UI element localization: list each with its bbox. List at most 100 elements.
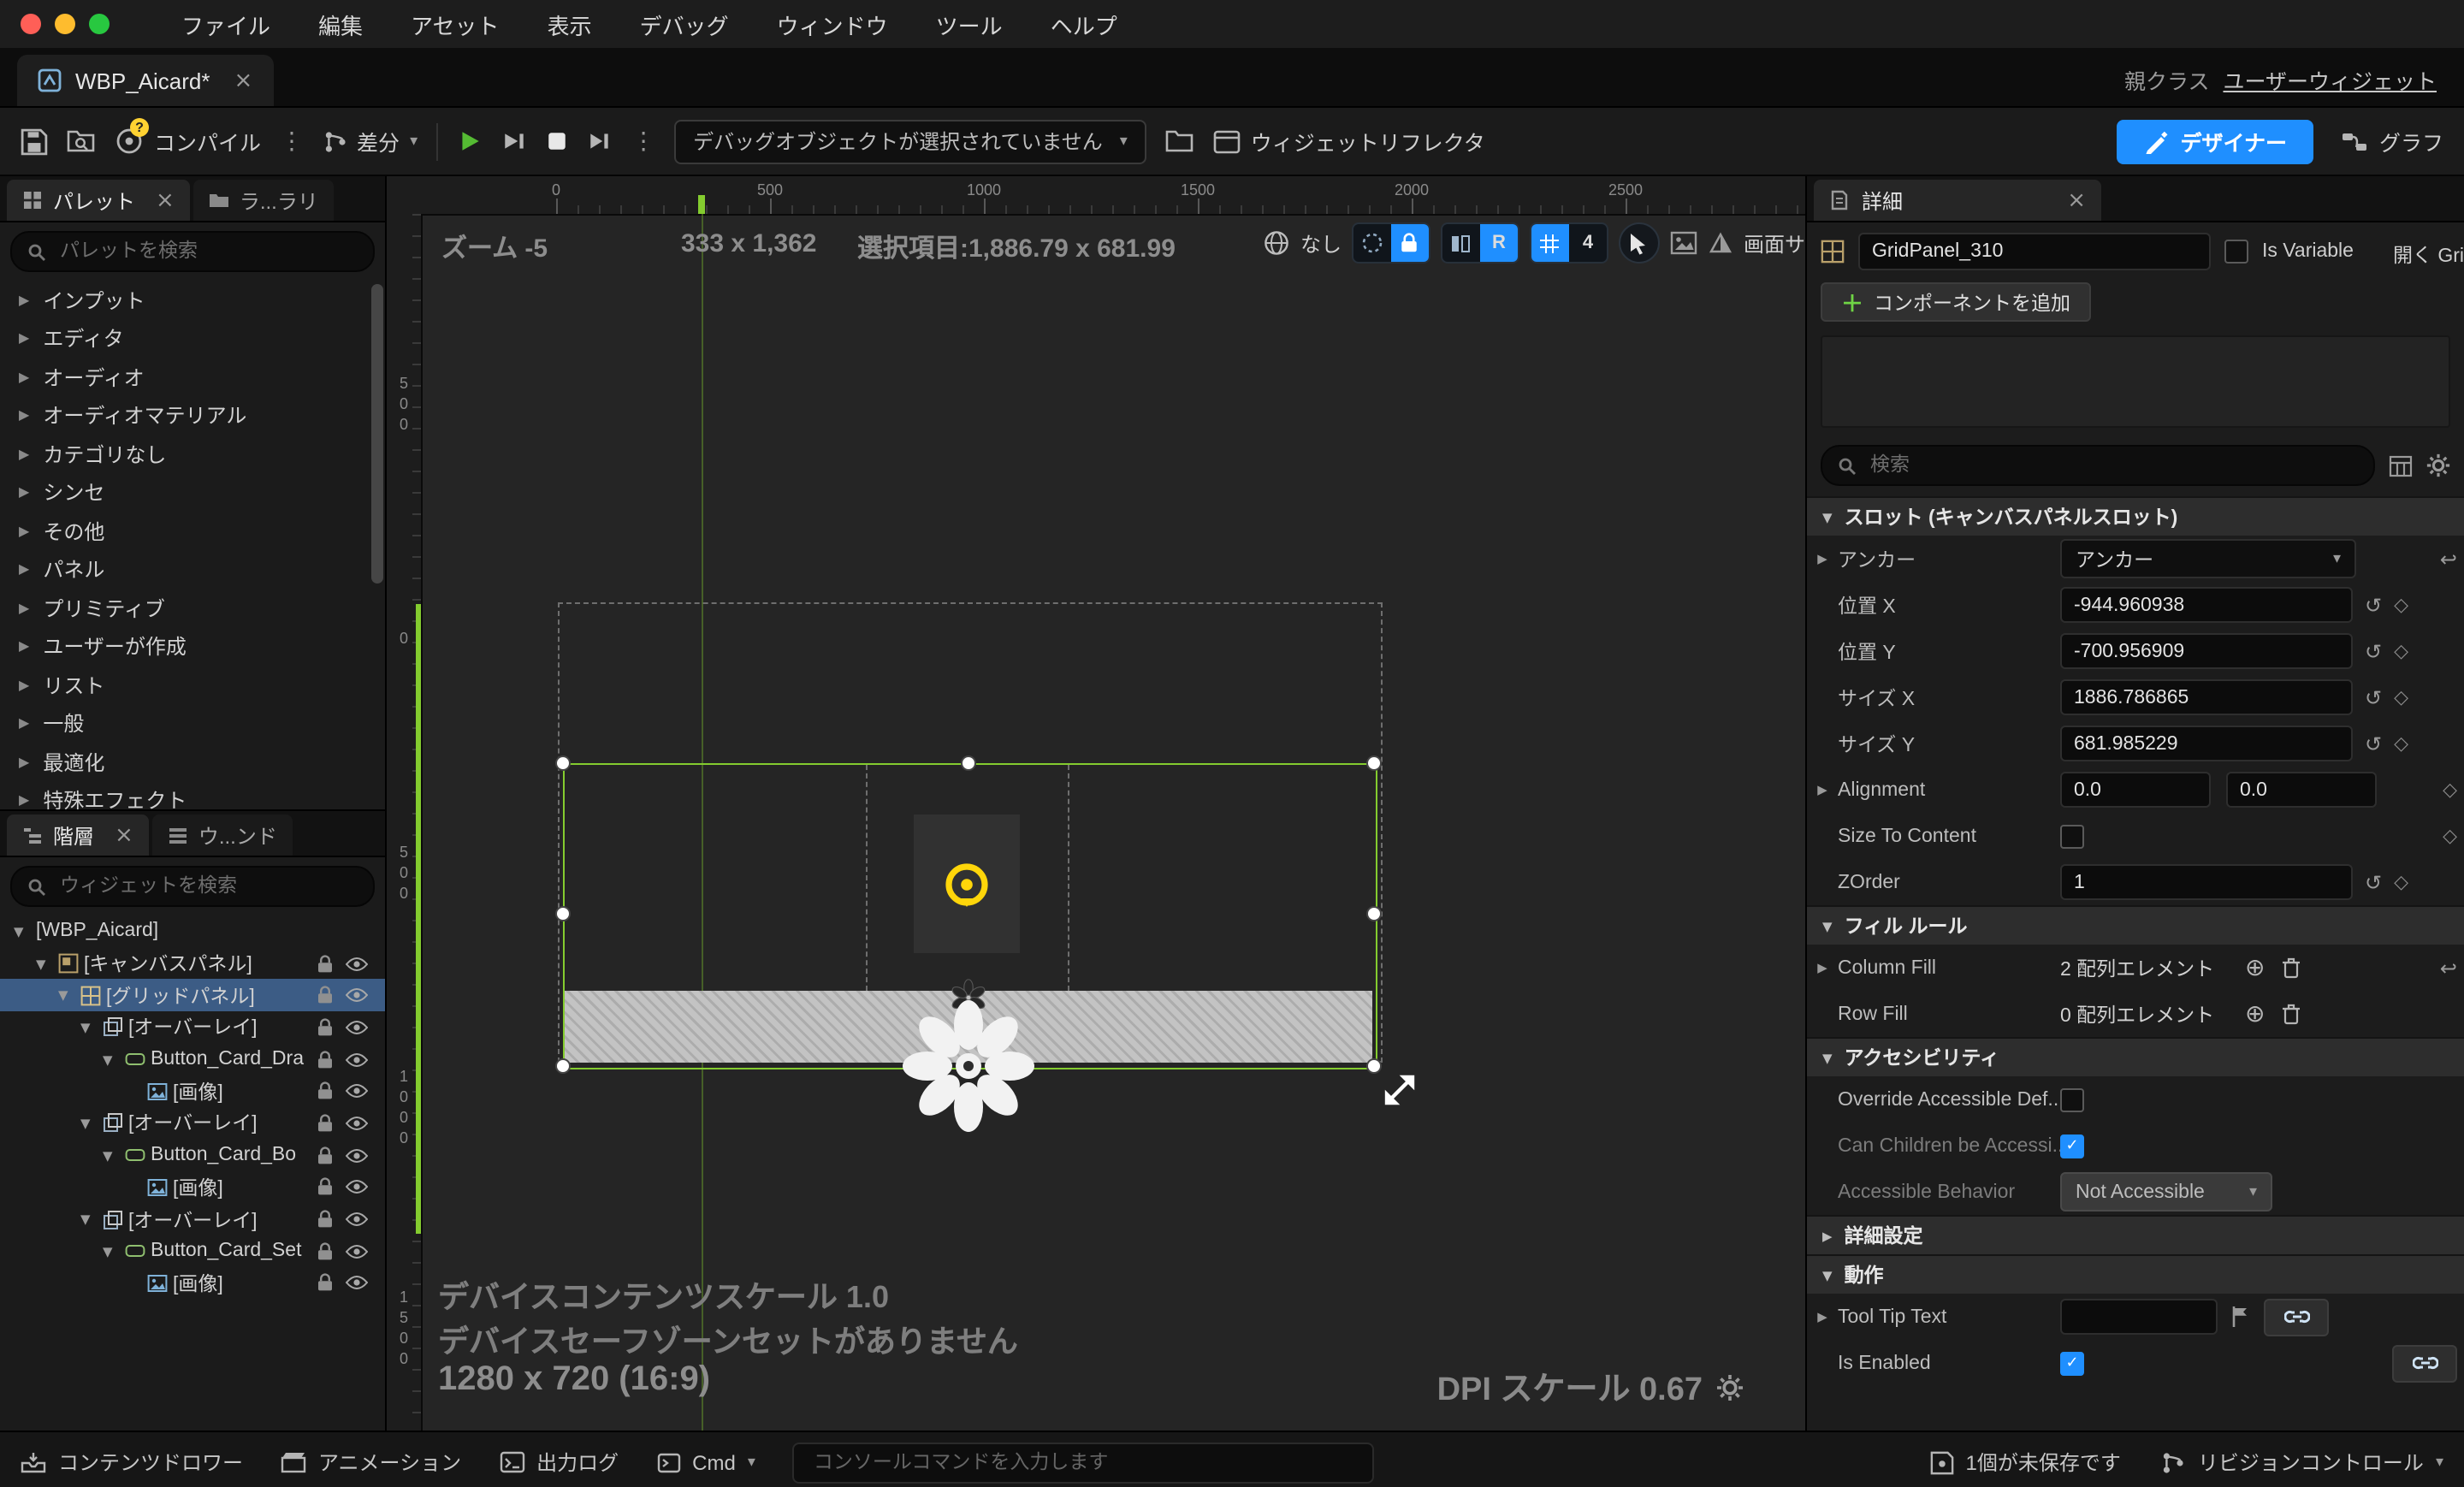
columns-icon[interactable] [1442,224,1480,262]
anchor-dropdown[interactable]: アンカー ▾ [2060,539,2356,578]
expander-icon[interactable]: ▼ [36,956,58,971]
play-button[interactable] [457,128,483,154]
hierarchy-item-4[interactable]: ▼[オーバーレイ] [0,1011,385,1043]
designer-canvas[interactable]: 05001000150020002500 500050010001500 ズーム… [387,176,1805,1431]
expander-icon[interactable]: ▶ [19,562,29,578]
localization-value[interactable]: なし [1300,228,1342,258]
zorder-input[interactable] [2060,864,2353,900]
palette-category-9[interactable]: ▶プリミティブ [0,589,385,627]
expander-icon[interactable]: ▶ [19,639,29,655]
eye-icon[interactable] [346,1180,368,1195]
tooltip-input[interactable] [2060,1299,2218,1335]
flag-icon[interactable] [2231,1306,2250,1328]
lock-icon[interactable] [317,1082,334,1101]
lock-icon[interactable] [317,954,334,973]
minimize-window-button[interactable] [55,14,75,34]
selection-handle[interactable] [555,1058,571,1074]
add-component-button[interactable]: ＋ コンポーネントを追加 [1821,282,2091,322]
expander-icon[interactable]: ▶ [19,370,29,385]
display-filter-icon[interactable] [2389,454,2413,477]
reset-icon[interactable]: ↺ [2365,685,2382,709]
close-icon[interactable]: × [2067,187,2086,213]
palette-category-2[interactable]: ▶エディタ [0,319,385,358]
menu-item-4[interactable]: 表示 [548,8,592,40]
selection-handle[interactable] [1366,1058,1382,1074]
stop-button[interactable] [546,130,568,152]
skip-button[interactable] [587,128,613,154]
preview-image-icon[interactable] [1670,231,1697,255]
close-icon[interactable]: × [156,187,175,213]
bind-diamond-icon[interactable]: ◇ [2443,779,2457,801]
bind-diamond-icon[interactable]: ◇ [2394,871,2408,893]
expander-icon[interactable]: ▶ [19,755,29,770]
lock-icon[interactable] [317,986,334,1004]
selection-handle[interactable] [1366,906,1382,921]
lock-icon[interactable] [317,1274,334,1293]
lock-toggle-icon[interactable] [1391,224,1429,262]
lock-icon[interactable] [317,1146,334,1164]
eye-icon[interactable] [346,1084,368,1099]
pos-x-input[interactable] [2060,587,2353,623]
override-accessible-checkbox[interactable] [2060,1087,2084,1111]
reset-icon[interactable]: ↺ [2365,732,2382,755]
lock-icon[interactable] [317,1210,334,1229]
palette-category-3[interactable]: ▶オーディオ [0,358,385,396]
palette-category-1[interactable]: ▶インプット [0,281,385,319]
palette-category-7[interactable]: ▶その他 [0,512,385,550]
output-log-button[interactable]: 出力ログ [499,1448,619,1477]
menu-item-3[interactable]: アセット [411,8,500,40]
bind-chain-button[interactable] [2392,1344,2457,1382]
selection-handle[interactable] [555,906,571,921]
expander-icon[interactable]: ▶ [19,716,29,732]
pos-y-input[interactable] [2060,633,2353,669]
add-element-icon[interactable]: ⊕ [2245,1000,2265,1028]
section-fill-rules[interactable]: ▼ フィル ルール [1807,905,2464,945]
lock-icon[interactable] [317,1178,334,1197]
expander-icon[interactable]: ▶ [1807,960,1838,975]
save-button[interactable] [21,127,48,155]
bind-diamond-icon[interactable]: ◇ [2394,686,2408,708]
reset-icon[interactable]: ↺ [2365,870,2382,894]
alignment-x-input[interactable] [2060,772,2211,808]
r-toggle-button[interactable]: R [1480,224,1518,262]
expander-icon[interactable]: ▼ [103,1052,125,1067]
palette-search-input[interactable] [56,240,358,264]
accessible-behavior-dropdown[interactable]: Not Accessible ▾ [2060,1172,2272,1212]
expander-icon[interactable]: ▼ [80,1212,103,1227]
hierarchy-item-2[interactable]: ▼[キャンバスパネル] [0,947,385,979]
hierarchy-item-7[interactable]: ▼[オーバーレイ] [0,1107,385,1139]
parent-class-link[interactable]: ユーザーウィジェット [2223,63,2437,96]
lock-icon[interactable] [317,1114,334,1133]
lock-icon[interactable] [317,1241,334,1260]
expander-icon[interactable]: ▼ [103,1147,125,1163]
content-drawer-button[interactable]: コンテンツドロワー [21,1448,243,1477]
frame-advance-button[interactable] [501,128,527,154]
eye-icon[interactable] [346,1020,368,1035]
children-accessible-checkbox[interactable] [2060,1134,2084,1158]
is-enabled-checkbox[interactable] [2060,1351,2084,1375]
expander-icon[interactable]: ▶ [1807,782,1838,797]
cursor-tool-button[interactable] [1619,222,1660,264]
grid-snap-icon[interactable] [1531,224,1569,262]
hierarchy-item-6[interactable]: [画像] [0,1075,385,1107]
menu-item-7[interactable]: ツール [936,8,1003,40]
play-options-kebab-icon[interactable]: ⋮ [631,127,655,155]
expander-icon[interactable]: ▶ [1807,1309,1838,1324]
size-x-input[interactable] [2060,679,2353,715]
expander-icon[interactable]: ▶ [19,293,29,308]
eye-icon[interactable] [346,1243,368,1259]
cmd-dropdown[interactable]: Cmd ▾ [656,1450,755,1474]
tab-bind-window[interactable]: ウ...ンド [152,815,293,856]
compile-options-kebab-icon[interactable]: ⋮ [280,127,304,155]
lock-icon[interactable] [317,1050,334,1069]
hierarchy-item-10[interactable]: ▼[オーバーレイ] [0,1203,385,1235]
tab-details[interactable]: 詳細 × [1814,180,2101,221]
animation-button[interactable]: アニメーション [281,1448,461,1477]
expander-icon[interactable]: ▶ [19,793,29,809]
open-grid-link[interactable]: 開く Gri [2393,241,2464,269]
size-y-input[interactable] [2060,726,2353,761]
section-advanced[interactable]: ▶ 詳細設定 [1807,1215,2464,1254]
expander-icon[interactable]: ▶ [1807,551,1838,566]
hierarchy-item-12[interactable]: [画像] [0,1267,385,1299]
palette-scrollbar[interactable] [371,284,383,584]
